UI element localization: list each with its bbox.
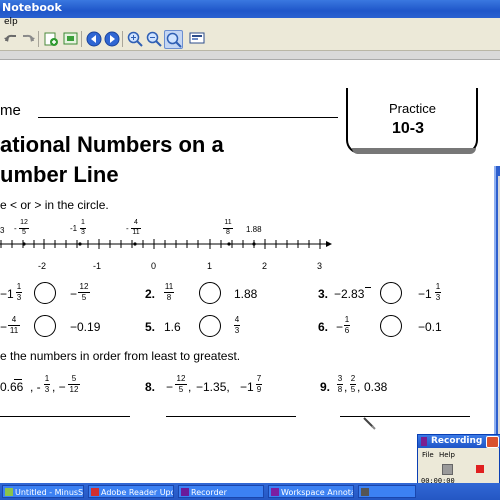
answer-line-7[interactable] [0, 416, 130, 417]
taskbar-item[interactable]: Recorder [178, 485, 264, 498]
recording-menu-help[interactable]: Help [439, 451, 455, 459]
menu-help[interactable]: elp [4, 17, 18, 27]
instruction-order: e the numbers in order from least to gre… [0, 349, 241, 363]
answer-circle-2[interactable] [199, 282, 221, 304]
tick-label: -2 [38, 261, 47, 271]
instruction-compare: e < or > in the circle. [0, 198, 109, 212]
taskbar-item[interactable]: Adobe Reader Updater [88, 485, 174, 498]
recording-menu-file[interactable]: File [422, 451, 434, 459]
forward-icon[interactable] [103, 30, 120, 47]
taskbar-item[interactable]: Untitled - MinusStudio... [2, 485, 84, 498]
zoom-in-icon[interactable] [126, 30, 143, 47]
taskbar-item[interactable]: Workspace Annotatio... [268, 485, 354, 498]
add-page-icon[interactable] [42, 30, 59, 47]
answer-circle-3[interactable] [380, 282, 402, 304]
answer-line-9[interactable] [340, 416, 470, 417]
answer-circle-6[interactable] [380, 315, 402, 337]
tick-label: 2 [262, 261, 268, 271]
name-label: me [0, 102, 21, 119]
answer-line-8[interactable] [166, 416, 296, 417]
zoom-out-icon[interactable] [145, 30, 162, 47]
answer-circle-1[interactable] [34, 282, 56, 304]
recording-title: Recording [431, 436, 483, 446]
name-line [38, 117, 338, 118]
pen-cursor-icon [363, 417, 376, 430]
tick-label: 1 [207, 261, 213, 271]
tick-label: 0 [151, 261, 157, 271]
window-title: Notebook [2, 1, 62, 14]
page-header-strip [0, 51, 500, 60]
practice-number: 10-3 [392, 120, 425, 137]
undo-icon[interactable] [2, 30, 19, 47]
redo-icon[interactable] [19, 30, 36, 47]
answer-circle-4[interactable] [34, 315, 56, 337]
menu-bar [0, 18, 500, 28]
tick-label: 3 [317, 261, 323, 271]
pause-icon[interactable] [442, 464, 453, 475]
zoom-fit-icon[interactable] [164, 30, 183, 49]
taskbar-item[interactable] [358, 485, 416, 498]
close-icon[interactable] [486, 436, 499, 448]
answer-circle-5[interactable] [199, 315, 221, 337]
number-line [0, 239, 332, 249]
record-icon[interactable] [476, 465, 484, 473]
add-slide-icon[interactable] [62, 30, 79, 47]
practice-label: Practice [389, 101, 436, 116]
screen-icon[interactable] [188, 30, 205, 47]
page-title-line1: ational Numbers on a [0, 132, 224, 157]
back-icon[interactable] [85, 30, 102, 47]
recorder-icon [421, 437, 427, 446]
window-titlebar [0, 0, 500, 18]
tick-label: -1 [93, 261, 102, 271]
page-title-line2: umber Line [0, 162, 119, 187]
